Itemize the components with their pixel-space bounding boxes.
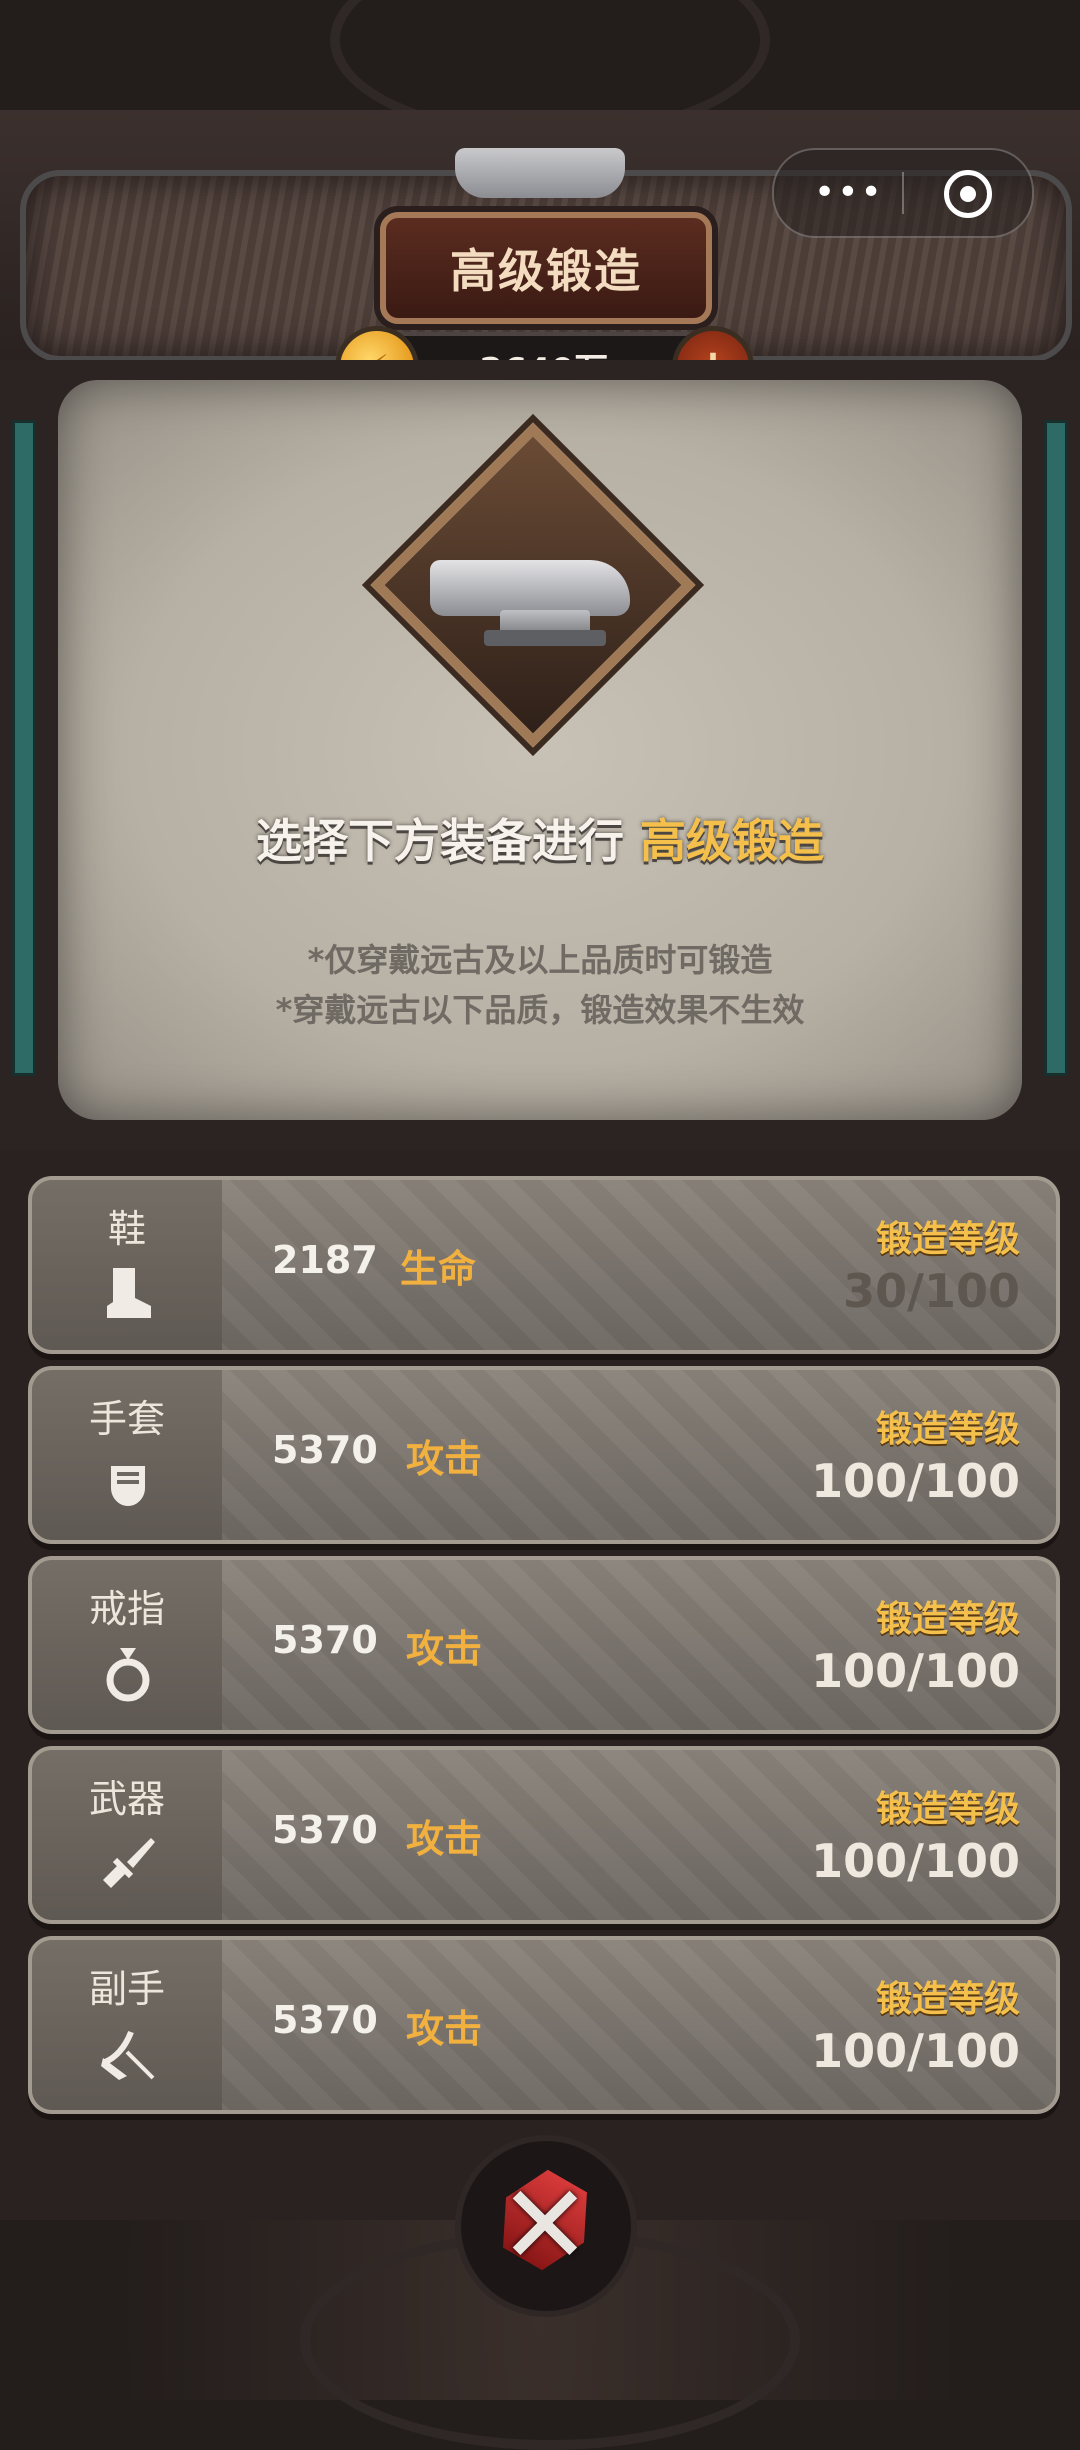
equipment-row-offhand[interactable]: 副手 5370 攻击 锻造等级 100/100 <box>28 1936 1060 2114</box>
glove-fist-icon <box>97 1452 159 1514</box>
stat-type: 攻击 <box>406 1437 483 1481</box>
stat-type: 攻击 <box>406 1627 483 1671</box>
stat-value: 2187 <box>272 1238 378 1282</box>
forge-level-value: 30/100 <box>843 1264 1020 1318</box>
forge-level-label: 锻造等级 <box>875 1789 1020 1830</box>
note-line: *仅穿戴远古及以上品质时可锻造 <box>307 941 773 979</box>
stat-type: 生命 <box>400 1247 477 1291</box>
title-plate: 高级锻造 <box>380 212 712 324</box>
anvil-icon <box>430 560 630 616</box>
instruction-highlight: 高级锻造 <box>640 814 824 868</box>
forge-level-label: 锻造等级 <box>875 1219 1020 1260</box>
anvil-foot <box>484 630 606 646</box>
stat-value: 5370 <box>272 1618 378 1662</box>
equipment-slot: 手套 <box>32 1370 222 1540</box>
close-icon[interactable]: ✕ <box>480 2160 610 2290</box>
equipment-slot: 戒指 <box>32 1560 222 1730</box>
stat-type: 攻击 <box>406 2007 483 2051</box>
instruction-prefix: 选择下方装备进行 <box>255 814 624 868</box>
ring-icon <box>97 1642 159 1704</box>
slot-name: 手套 <box>88 1397 165 1441</box>
stat-value: 5370 <box>272 1808 378 1852</box>
slot-name: 戒指 <box>88 1587 165 1631</box>
slot-name: 副手 <box>88 1967 165 2011</box>
forge-level-label: 锻造等级 <box>875 1409 1020 1450</box>
forge-level-label: 锻造等级 <box>875 1599 1020 1640</box>
equipment-row-ring[interactable]: 戒指 5370 攻击 锻造等级 100/100 <box>28 1556 1060 1734</box>
forge-level-value: 100/100 <box>811 2024 1020 2078</box>
stat-value: 5370 <box>272 1998 378 2042</box>
slot-name: 武器 <box>88 1777 165 1821</box>
forge-level-value: 100/100 <box>811 1454 1020 1508</box>
capsule-divider <box>902 172 904 214</box>
note-line: *穿戴远古以下品质，锻造效果不生效 <box>275 991 805 1029</box>
bow-icon <box>97 2022 159 2084</box>
instruction-text: 选择下方装备进行 高级锻造 <box>0 805 1080 871</box>
equipment-row-gloves[interactable]: 手套 5370 攻击 锻造等级 100/100 <box>28 1366 1060 1544</box>
equipment-slot: 副手 <box>32 1940 222 2110</box>
equipment-slot: 武器 <box>32 1750 222 1920</box>
equipment-row-weapon[interactable]: 武器 5370 攻击 锻造等级 100/100 <box>28 1746 1060 1924</box>
boot-icon <box>97 1262 159 1324</box>
slot-name: 鞋 <box>107 1207 146 1251</box>
anvil-ornament-icon <box>455 148 625 198</box>
equipment-row-shoes[interactable]: 鞋 2187 生命 锻造等级 30/100 <box>28 1176 1060 1354</box>
stat-type: 攻击 <box>406 1817 483 1861</box>
sword-icon <box>97 1832 159 1894</box>
forge-level-value: 100/100 <box>811 1644 1020 1698</box>
mini-program-capsule: ••• <box>772 148 1034 238</box>
equipment-slot: 鞋 <box>32 1180 222 1350</box>
forge-level-label: 锻造等级 <box>875 1979 1020 2020</box>
target-circle-icon[interactable] <box>944 170 992 218</box>
stat-value: 5370 <box>272 1428 378 1472</box>
more-dots-icon[interactable]: ••• <box>814 172 884 213</box>
page-title: 高级锻造 <box>450 244 642 298</box>
forge-level-value: 100/100 <box>811 1834 1020 1888</box>
